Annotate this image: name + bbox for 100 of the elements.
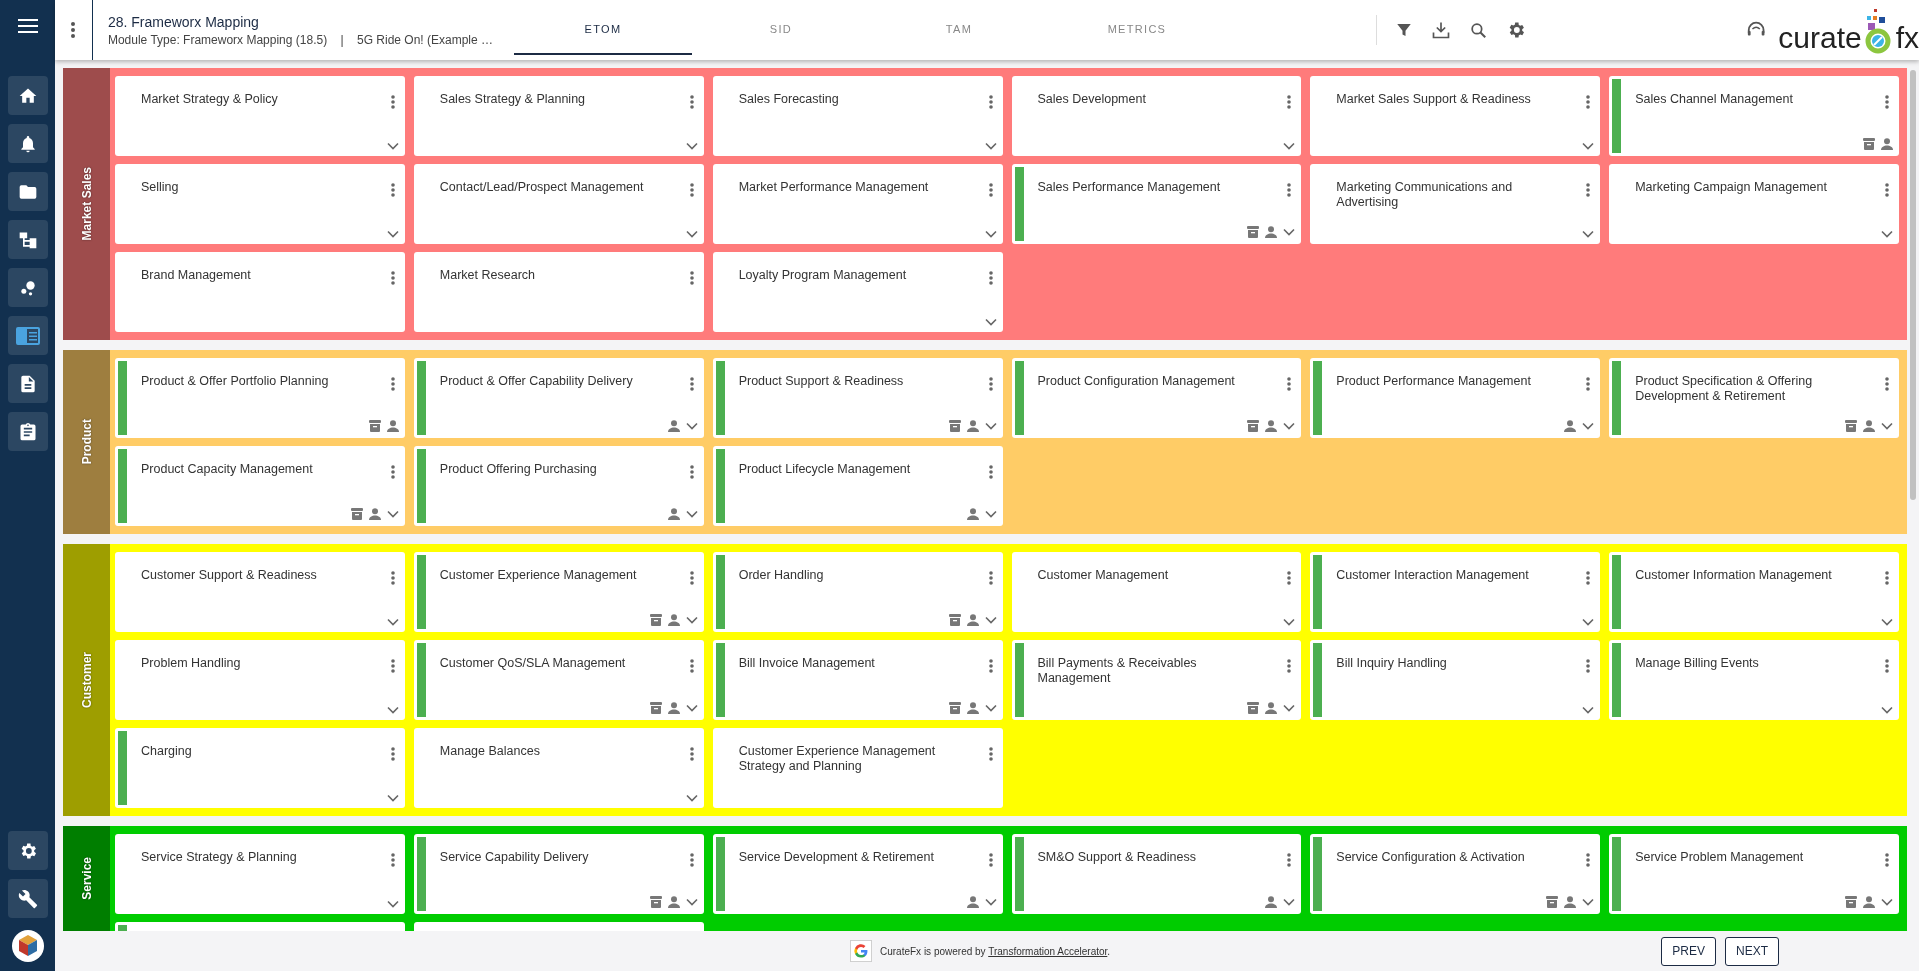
more-icon[interactable] (988, 853, 993, 867)
nav-button[interactable] (7, 220, 48, 259)
chevron-down-icon[interactable] (1582, 898, 1595, 906)
archive-icon[interactable] (649, 702, 662, 714)
process-card[interactable]: Manage Billing Events (1609, 640, 1899, 720)
chevron-down-icon[interactable] (1582, 230, 1595, 238)
chevron-down-icon[interactable] (1582, 422, 1595, 430)
more-icon[interactable] (1586, 853, 1591, 867)
more-icon[interactable] (1287, 571, 1292, 585)
more-icon[interactable] (689, 571, 694, 585)
chevron-down-icon[interactable] (984, 510, 997, 518)
more-icon[interactable] (390, 95, 395, 109)
more-icon[interactable] (988, 747, 993, 761)
chevron-down-icon[interactable] (685, 510, 698, 518)
process-card[interactable]: Bill Payments & Receivables Management (1011, 640, 1302, 720)
process-card[interactable]: Customer Experience Management (413, 552, 704, 632)
chevron-down-icon[interactable] (386, 794, 399, 802)
archive-icon[interactable] (368, 420, 381, 432)
process-card[interactable]: Product Lifecycle Management (712, 446, 1003, 526)
chevron-down-icon[interactable] (386, 142, 399, 150)
chevron-down-icon[interactable] (1283, 228, 1296, 236)
person-icon[interactable] (966, 508, 979, 520)
archive-icon[interactable] (948, 702, 961, 714)
chevron-down-icon[interactable] (984, 898, 997, 906)
more-icon[interactable] (689, 659, 694, 673)
more-icon[interactable] (1586, 571, 1591, 585)
more-icon[interactable] (988, 95, 993, 109)
more-icon[interactable] (689, 853, 694, 867)
nav-button[interactable] (7, 412, 48, 451)
process-card[interactable]: Customer Interaction Management (1310, 552, 1601, 632)
person-icon[interactable] (386, 420, 399, 432)
chevron-down-icon[interactable] (984, 616, 997, 624)
more-icon[interactable] (390, 465, 395, 479)
process-card[interactable]: Service Development & Retirement (712, 834, 1003, 914)
process-card[interactable]: Product Specification & Offering Development & Retirement (1609, 358, 1899, 438)
process-card[interactable]: Product Configuration Management (1011, 358, 1302, 438)
person-icon[interactable] (1863, 896, 1875, 908)
pager-button[interactable]: PREV (1661, 936, 1716, 966)
process-card[interactable]: Problem Handling (115, 640, 405, 720)
chevron-down-icon[interactable] (1283, 704, 1296, 712)
chevron-down-icon[interactable] (1881, 618, 1893, 626)
chevron-down-icon[interactable] (685, 794, 698, 802)
nav-button[interactable] (7, 172, 48, 211)
pager-button[interactable]: NEXT (1725, 936, 1779, 966)
more-icon[interactable] (1287, 183, 1292, 197)
more-icon[interactable] (1885, 183, 1889, 197)
more-icon[interactable] (390, 853, 395, 867)
chevron-down-icon[interactable] (386, 618, 399, 626)
nav-button[interactable] (7, 364, 48, 403)
archive-icon[interactable] (1863, 138, 1875, 150)
archive-icon[interactable] (649, 896, 662, 908)
process-card[interactable]: Service Capability Delivery (413, 834, 704, 914)
chevron-down-icon[interactable] (984, 422, 997, 430)
chevron-down-icon[interactable] (984, 318, 997, 326)
more-icon[interactable] (689, 271, 694, 285)
process-card[interactable]: Loyalty Program Management (712, 252, 1003, 332)
person-icon[interactable] (667, 702, 680, 714)
process-card[interactable]: Manage Balances (413, 728, 704, 808)
chevron-down-icon[interactable] (1582, 618, 1595, 626)
tab[interactable]: TAM (869, 5, 1048, 55)
process-card[interactable]: Customer Support & Readiness (115, 552, 405, 632)
process-card[interactable]: Market Research (413, 252, 704, 332)
person-icon[interactable] (1265, 226, 1278, 238)
chevron-down-icon[interactable] (1283, 618, 1296, 626)
more-icon[interactable] (988, 571, 993, 585)
more-icon[interactable] (1287, 659, 1292, 673)
tab[interactable]: SID (691, 5, 870, 55)
person-icon[interactable] (667, 896, 680, 908)
archive-icon[interactable] (948, 614, 961, 626)
person-icon[interactable] (966, 896, 979, 908)
archive-icon[interactable] (1845, 420, 1857, 432)
process-card[interactable]: Customer Management (1011, 552, 1302, 632)
chevron-down-icon[interactable] (386, 230, 399, 238)
process-card[interactable]: Bill Inquiry Handling (1310, 640, 1601, 720)
more-icon[interactable] (1586, 183, 1591, 197)
chevron-down-icon[interactable] (1582, 142, 1595, 150)
process-card[interactable]: Product Support & Readiness (712, 358, 1003, 438)
person-icon[interactable] (966, 702, 979, 714)
archive-icon[interactable] (1247, 702, 1260, 714)
more-icon[interactable] (689, 747, 694, 761)
more-icon[interactable] (689, 183, 694, 197)
more-icon[interactable] (390, 377, 395, 391)
more-icon[interactable] (1885, 95, 1889, 109)
process-card[interactable]: Bill Invoice Management (712, 640, 1003, 720)
nav-button[interactable] (7, 124, 48, 163)
transformation-accelerator-link[interactable]: Transformation Accelerator (988, 945, 1108, 957)
process-card[interactable]: Market Sales Support & Readiness (1310, 76, 1601, 156)
chevron-down-icon[interactable] (1283, 898, 1296, 906)
person-icon[interactable] (1265, 896, 1278, 908)
more-icon[interactable] (988, 271, 993, 285)
settings-button[interactable] (7, 831, 48, 870)
person-icon[interactable] (966, 420, 979, 432)
more-icon[interactable] (1287, 377, 1292, 391)
archive-icon[interactable] (948, 420, 961, 432)
process-card[interactable]: Customer Experience Management Strategy and Planning (712, 728, 1003, 808)
process-card[interactable]: Sales Strategy & Planning (413, 76, 704, 156)
process-card[interactable]: Service Strategy & Planning (115, 834, 405, 914)
chevron-down-icon[interactable] (1283, 142, 1296, 150)
person-icon[interactable] (1564, 896, 1577, 908)
process-card[interactable]: SM&O Support & Readiness (1011, 834, 1302, 914)
